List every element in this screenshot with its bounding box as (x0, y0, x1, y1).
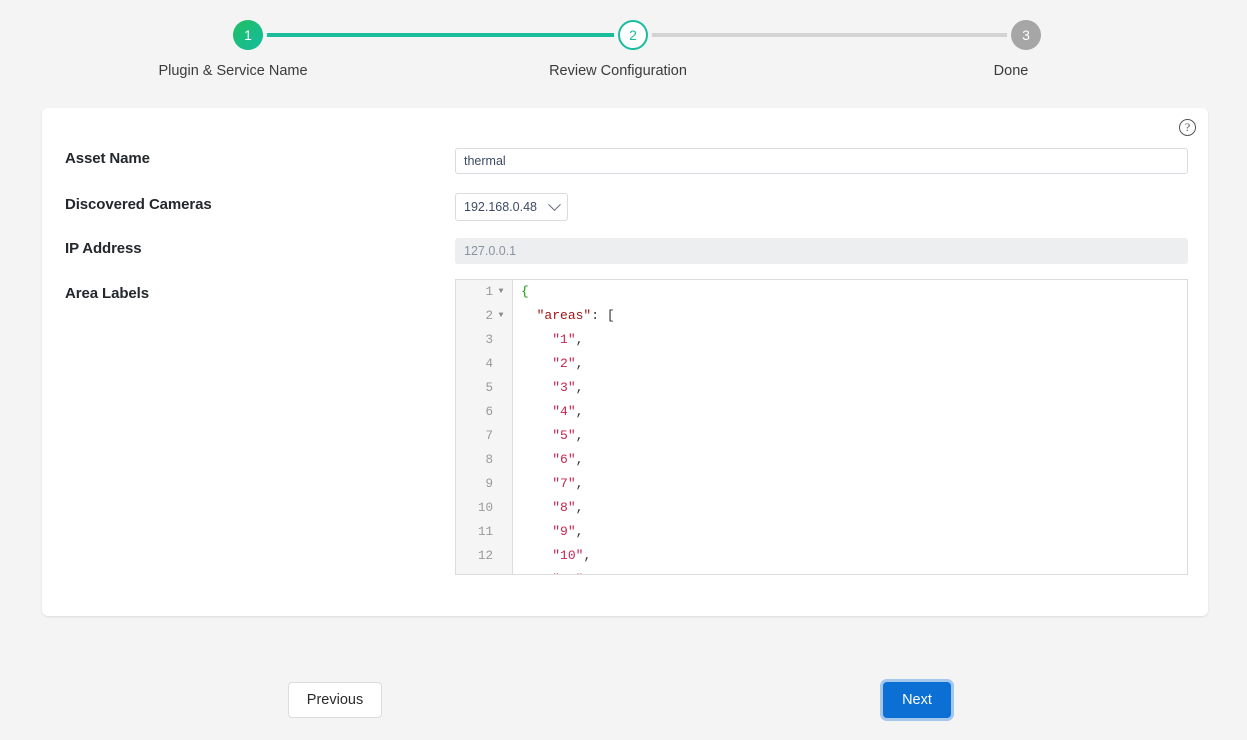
editor-token-str: "3" (552, 380, 575, 395)
step-connector-1-2 (233, 33, 618, 37)
editor-code-line: "1", (521, 328, 1187, 352)
editor-code-line: "11", (521, 568, 1187, 575)
step-connector-2-3 (618, 33, 1011, 37)
editor-line-number: 10▼ (456, 496, 512, 520)
configuration-card: ? Asset Name Discovered Cameras 192.168.… (42, 108, 1208, 616)
editor-line-number: 5▼ (456, 376, 512, 400)
editor-token-str: "9" (552, 524, 575, 539)
editor-line-number: 8▼ (456, 448, 512, 472)
step-1-circle[interactable]: 1 (233, 20, 263, 50)
step-2-label: Review Configuration (549, 63, 687, 79)
editor-token-key: "areas" (537, 308, 592, 323)
editor-code-line: "3", (521, 376, 1187, 400)
editor-token-str: "11" (552, 572, 583, 575)
ip-address-label: IP Address (65, 240, 142, 257)
chevron-down-icon (548, 198, 561, 211)
editor-line-number: 7▼ (456, 424, 512, 448)
editor-code-line: "10", (521, 544, 1187, 568)
editor-token-punct: , (576, 500, 584, 515)
editor-token-punct: , (576, 356, 584, 371)
editor-token-str: "8" (552, 500, 575, 515)
step-2-circle[interactable]: 2 (618, 20, 648, 50)
editor-token-punct: , (576, 476, 584, 491)
editor-line-number: 12▼ (456, 544, 512, 568)
editor-gutter: 1▼2▼3▼4▼5▼6▼7▼8▼9▼10▼11▼12▼13▼ (456, 280, 513, 574)
editor-line-number: 2▼ (456, 304, 512, 328)
help-circle-icon[interactable]: ? (1179, 119, 1196, 136)
editor-token-punct: , (576, 404, 584, 419)
editor-token-punct: , (583, 572, 591, 575)
editor-line-number: 1▼ (456, 280, 512, 304)
editor-code-line: "7", (521, 472, 1187, 496)
next-button[interactable]: Next (883, 682, 951, 718)
editor-line-number: 9▼ (456, 472, 512, 496)
area-labels-json-editor[interactable]: 1▼2▼3▼4▼5▼6▼7▼8▼9▼10▼11▼12▼13▼ { "areas"… (455, 279, 1188, 575)
step-1-number: 1 (244, 28, 252, 42)
editor-code-area[interactable]: { "areas": [ "1", "2", "3", "4", "5", "6… (513, 280, 1187, 574)
editor-line-number: 3▼ (456, 328, 512, 352)
editor-token-str: "6" (552, 452, 575, 467)
fold-toggle-icon[interactable]: ▼ (495, 304, 507, 328)
editor-token-str: "1" (552, 332, 575, 347)
step-3-number: 3 (1022, 28, 1030, 42)
editor-token-punct: , (576, 524, 584, 539)
discovered-cameras-value: 192.168.0.48 (464, 200, 550, 214)
step-2-number: 2 (629, 28, 637, 42)
discovered-cameras-label: Discovered Cameras (65, 196, 212, 213)
discovered-cameras-select[interactable]: 192.168.0.48 (455, 193, 568, 221)
editor-token-punct: , (576, 452, 584, 467)
editor-code-line: "2", (521, 352, 1187, 376)
editor-token-punct: , (576, 380, 584, 395)
area-labels-label: Area Labels (65, 285, 149, 302)
editor-token-str: "5" (552, 428, 575, 443)
editor-token-punct: [ (607, 308, 615, 323)
editor-token-str: "7" (552, 476, 575, 491)
step-1-label: Plugin & Service Name (158, 63, 307, 79)
editor-token-punct: , (583, 548, 591, 563)
wizard-stepper: 1 Plugin & Service Name 2 Review Configu… (0, 0, 1247, 92)
ip-address-input (455, 238, 1188, 264)
editor-line-number: 4▼ (456, 352, 512, 376)
step-3-circle[interactable]: 3 (1011, 20, 1041, 50)
previous-button[interactable]: Previous (288, 682, 382, 718)
step-3-label: Done (994, 63, 1029, 79)
editor-token-punct: , (576, 332, 584, 347)
editor-code-line: { (521, 280, 1187, 304)
editor-code-line: "areas": [ (521, 304, 1187, 328)
editor-token-str: "4" (552, 404, 575, 419)
editor-code-line: "4", (521, 400, 1187, 424)
editor-line-number: 11▼ (456, 520, 512, 544)
editor-token-str: "2" (552, 356, 575, 371)
asset-name-label: Asset Name (65, 150, 150, 167)
editor-token-punct (599, 308, 607, 323)
editor-code-line: "5", (521, 424, 1187, 448)
editor-token-brace: { (521, 284, 529, 299)
editor-line-number: 6▼ (456, 400, 512, 424)
editor-token-punct: : (591, 308, 599, 323)
editor-code-line: "6", (521, 448, 1187, 472)
editor-token-punct: , (576, 428, 584, 443)
asset-name-input[interactable] (455, 148, 1188, 174)
editor-line-number: 13▼ (456, 568, 512, 575)
editor-code-line: "8", (521, 496, 1187, 520)
editor-code-line: "9", (521, 520, 1187, 544)
fold-toggle-icon[interactable]: ▼ (495, 280, 507, 304)
editor-token-str: "10" (552, 548, 583, 563)
